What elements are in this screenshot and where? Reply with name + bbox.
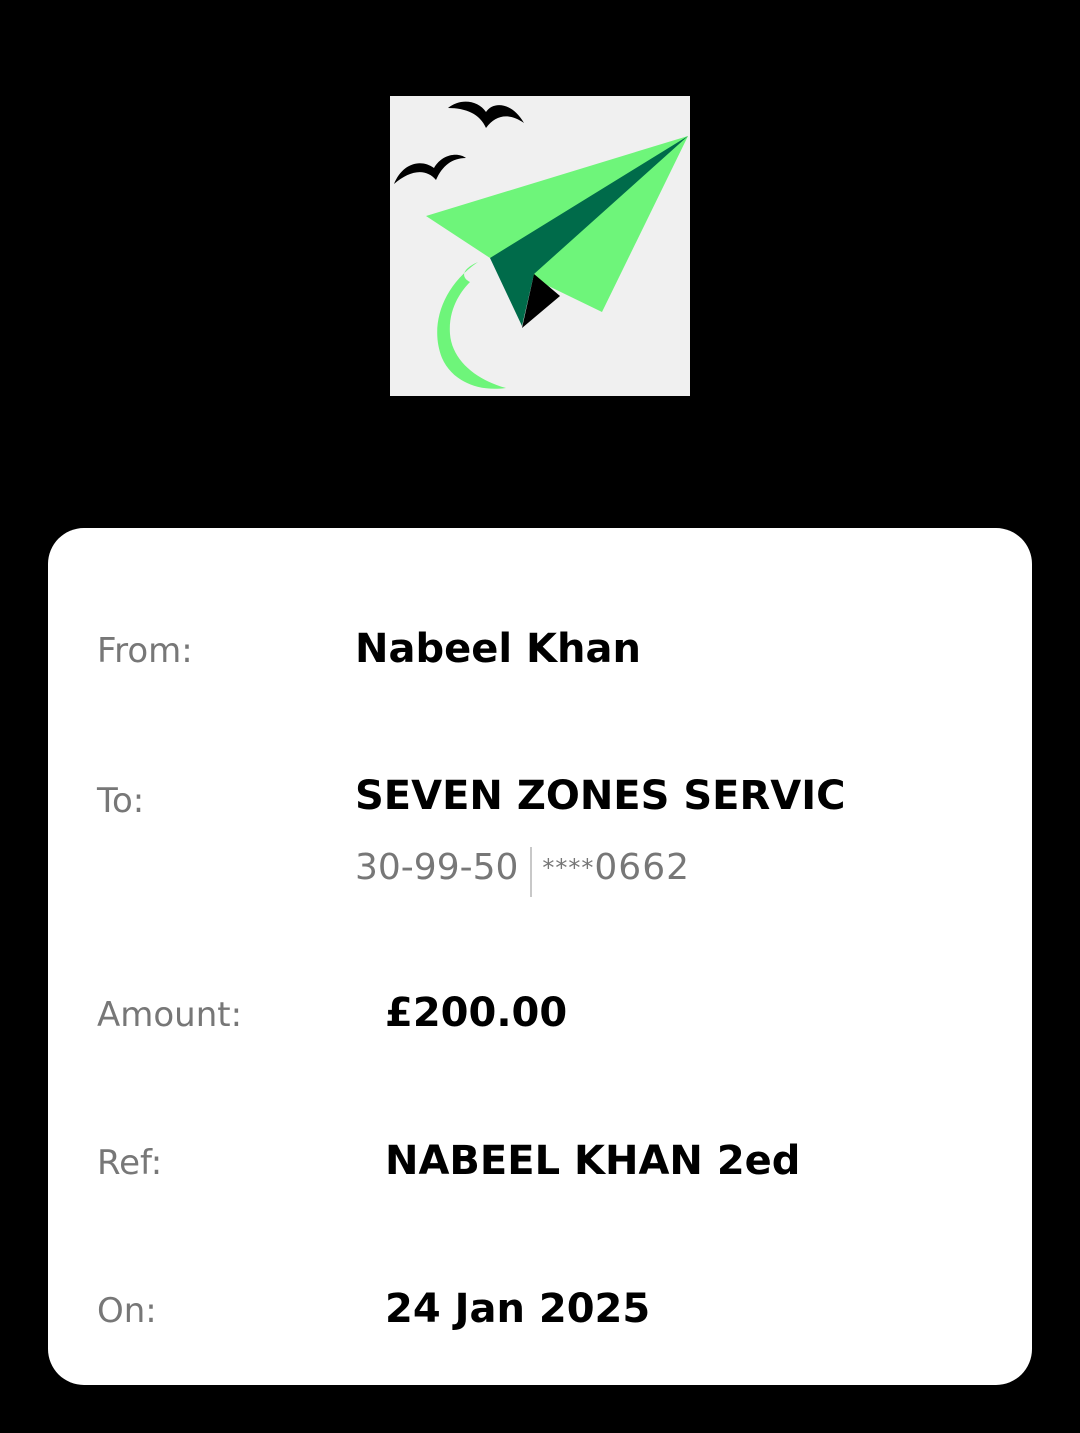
transfer-details-card: From: Nabeel Khan To: SEVEN ZONES SERVIC… (48, 528, 1032, 1385)
ref-value: NABEEL KHAN 2ed (385, 1138, 801, 1184)
sort-code: 30-99-50 (355, 847, 519, 888)
account-number: ****0662 (542, 848, 690, 888)
account-mask: **** (542, 854, 595, 882)
paper-plane-icon (394, 101, 688, 389)
account-last-digits: 0662 (594, 847, 691, 888)
date-value: 24 Jan 2025 (385, 1286, 651, 1332)
amount-value: £200.00 (385, 990, 568, 1036)
account-details: 30-99-50 ****0662 (355, 839, 690, 897)
to-value: SEVEN ZONES SERVIC (355, 773, 846, 819)
from-value: Nabeel Khan (355, 626, 641, 672)
ref-label: Ref: (97, 1143, 163, 1183)
amount-label: Amount: (97, 995, 243, 1035)
account-divider (530, 847, 533, 897)
date-label: On: (97, 1291, 157, 1331)
to-label: To: (97, 781, 145, 821)
from-label: From: (97, 631, 193, 671)
app-logo (390, 96, 690, 396)
